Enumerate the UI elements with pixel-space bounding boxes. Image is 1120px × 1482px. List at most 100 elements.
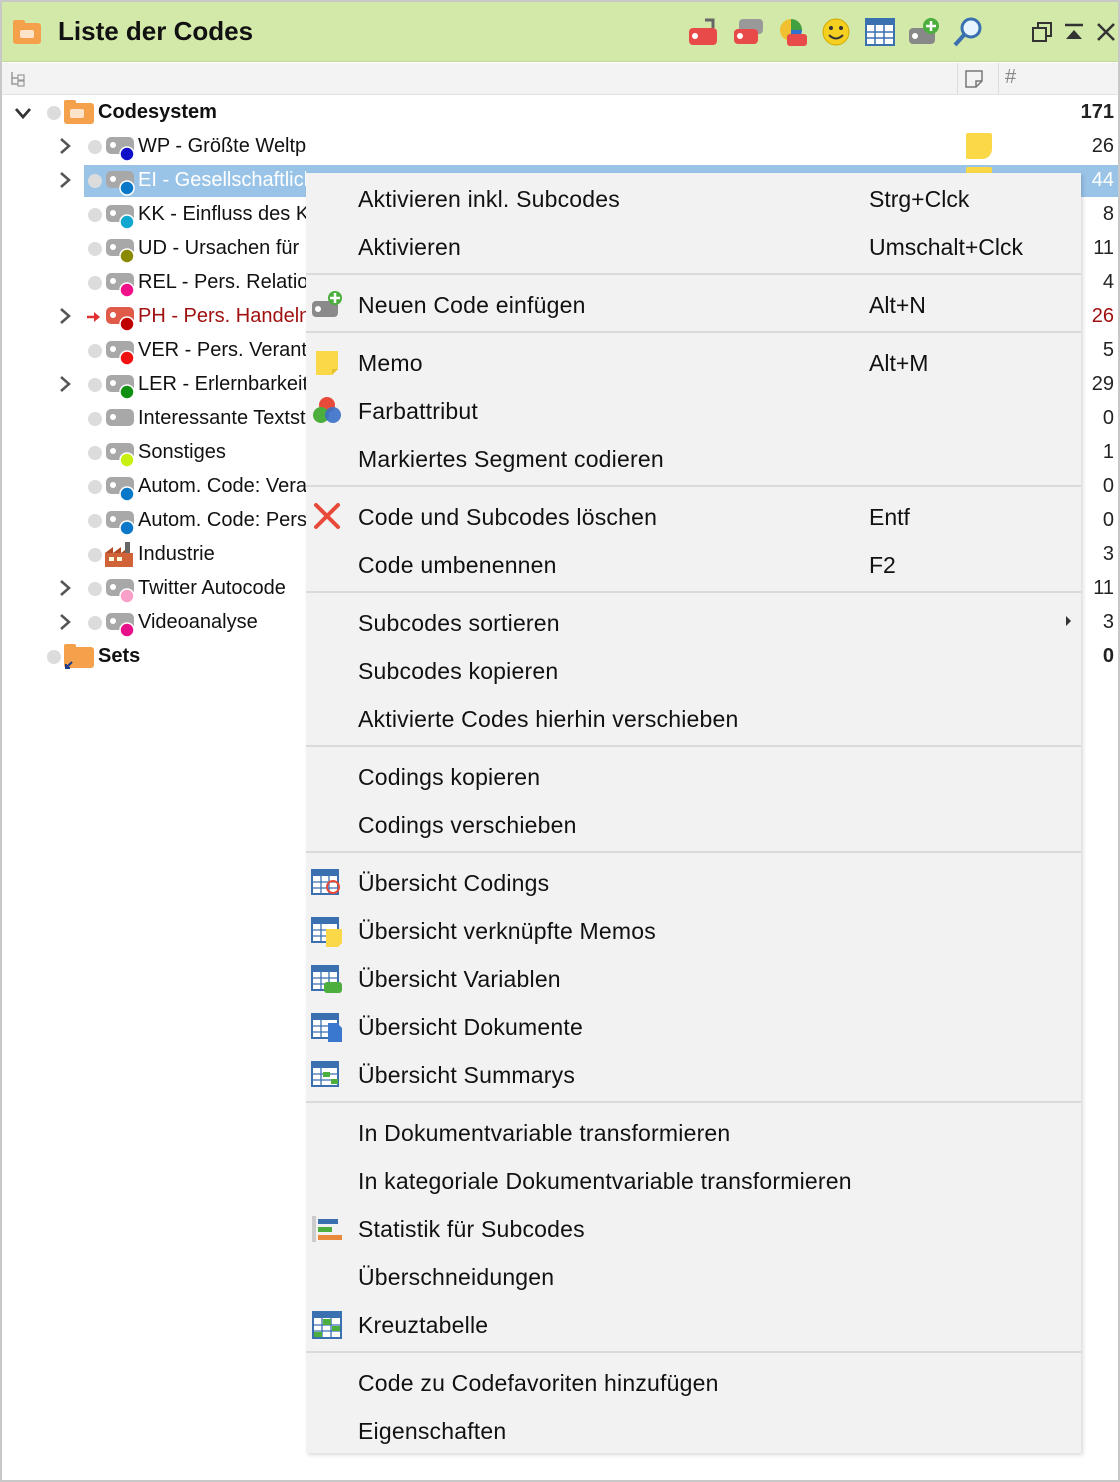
activation-dot[interactable] bbox=[88, 242, 102, 256]
tree-code-label: LER - Erlernbarkeit bbox=[138, 373, 306, 395]
grid-icon bbox=[865, 18, 895, 46]
menu-item-shortcut: Entf bbox=[869, 504, 910, 530]
menu-item[interactable]: Übersicht verknüpfte Memos bbox=[306, 907, 1081, 955]
menu-item[interactable]: Übersicht Dokumente bbox=[306, 1003, 1081, 1051]
menu-item[interactable]: Aktivierte Codes hierhin verschieben bbox=[306, 695, 1081, 743]
menu-item-shortcut: Alt+N bbox=[869, 292, 926, 318]
tree-root-count: 171 bbox=[1080, 101, 1114, 123]
tree-root-codesystem[interactable]: Codesystem 171 bbox=[2, 96, 1118, 130]
code-tag-icon bbox=[106, 273, 135, 298]
menu-item[interactable]: Memo Alt+M bbox=[306, 339, 1081, 387]
menu-item[interactable]: Codings verschieben bbox=[306, 801, 1081, 849]
tree-code-label: Autom. Code: Person bbox=[138, 509, 306, 531]
activation-dot[interactable] bbox=[88, 412, 102, 426]
code-tag-icon bbox=[106, 341, 135, 366]
sets-folder-icon bbox=[64, 644, 94, 669]
activation-dot[interactable] bbox=[47, 106, 61, 120]
chevron-right-icon bbox=[60, 580, 71, 596]
collapse-button[interactable] bbox=[1056, 14, 1092, 50]
activation-dot[interactable] bbox=[88, 140, 102, 154]
menu-item[interactable]: Subcodes kopieren bbox=[306, 647, 1081, 695]
activation-dot[interactable] bbox=[88, 276, 102, 290]
tree-code-count: 3 bbox=[1102, 543, 1114, 565]
menu-item-label: In Dokumentvariable transformieren bbox=[358, 1120, 731, 1146]
activation-dot[interactable] bbox=[88, 378, 102, 392]
menu-item[interactable]: Überschneidungen bbox=[306, 1253, 1081, 1301]
activation-dot[interactable] bbox=[47, 650, 61, 664]
color-wheel-button[interactable] bbox=[774, 14, 810, 50]
menu-item[interactable]: In Dokumentvariable transformieren bbox=[306, 1109, 1081, 1157]
menu-item-label: Übersicht Variablen bbox=[358, 966, 561, 992]
tree-view-icon[interactable] bbox=[8, 69, 28, 89]
search-button[interactable] bbox=[950, 14, 986, 50]
menu-item[interactable]: Markiertes Segment codieren bbox=[306, 435, 1081, 483]
activation-dot[interactable] bbox=[88, 616, 102, 630]
menu-separator bbox=[306, 485, 1081, 487]
menu-item-label: Eigenschaften bbox=[358, 1418, 507, 1444]
count-column-header[interactable]: # bbox=[1005, 66, 1016, 89]
menu-item[interactable]: Übersicht Codings bbox=[306, 859, 1081, 907]
tree-code-count: 0 bbox=[1102, 407, 1114, 429]
activation-dot[interactable] bbox=[88, 208, 102, 222]
menu-item[interactable]: Neuen Code einfügen Alt+N bbox=[306, 281, 1081, 329]
tree-code-count: 1 bbox=[1102, 441, 1114, 463]
activation-dot[interactable] bbox=[88, 174, 102, 188]
activation-dot[interactable] bbox=[88, 582, 102, 596]
add-code-icon bbox=[909, 18, 939, 44]
title-bar: Liste der Codes bbox=[2, 2, 1118, 62]
memo-column-icon[interactable] bbox=[964, 69, 984, 89]
activation-dot[interactable] bbox=[88, 480, 102, 494]
tree-code-row[interactable]: WP - Größte Weltprobleme 26 bbox=[2, 130, 1118, 164]
chevron-right-icon bbox=[60, 376, 71, 392]
menu-separator bbox=[306, 591, 1081, 593]
submenu-arrow-icon bbox=[1066, 616, 1071, 626]
color-attribute-icon bbox=[313, 397, 341, 423]
menu-separator bbox=[306, 273, 1081, 275]
code-tag-icon bbox=[106, 375, 135, 400]
activation-dot[interactable] bbox=[88, 344, 102, 358]
close-button[interactable] bbox=[1088, 14, 1120, 50]
menu-item[interactable]: Codings kopieren bbox=[306, 753, 1081, 801]
activation-dot[interactable] bbox=[88, 548, 102, 562]
restore-button[interactable] bbox=[1024, 14, 1060, 50]
menu-item-label: Übersicht Codings bbox=[358, 870, 550, 896]
overview-summaries-icon bbox=[311, 1061, 339, 1087]
memo-icon[interactable] bbox=[966, 133, 992, 159]
menu-item[interactable]: Code und Subcodes löschen Entf bbox=[306, 493, 1081, 541]
menu-item-label: Codings kopieren bbox=[358, 764, 541, 790]
menu-item[interactable]: Kreuztabelle bbox=[306, 1301, 1081, 1349]
menu-item-label: Code umbenennen bbox=[358, 552, 557, 578]
menu-item-shortcut: Alt+M bbox=[869, 350, 929, 376]
menu-item-label: Übersicht Dokumente bbox=[358, 1014, 583, 1040]
menu-item[interactable]: Statistik für Subcodes bbox=[306, 1205, 1081, 1253]
add-code-button[interactable] bbox=[906, 14, 942, 50]
menu-separator bbox=[306, 331, 1081, 333]
menu-item-label: Überschneidungen bbox=[358, 1264, 555, 1290]
menu-item[interactable]: Übersicht Summarys bbox=[306, 1051, 1081, 1099]
tree-code-label: PH - Pers. Handeln bbox=[138, 305, 306, 327]
tree-code-label: REL - Pers. Relationen bbox=[138, 271, 306, 293]
menu-item[interactable]: Farbattribut bbox=[306, 387, 1081, 435]
menu-item[interactable]: Übersicht Variablen bbox=[306, 955, 1081, 1003]
menu-item[interactable]: In kategoriale Dokumentvariable transfor… bbox=[306, 1157, 1081, 1205]
menu-separator bbox=[306, 851, 1081, 853]
activation-dot[interactable] bbox=[88, 446, 102, 460]
activation-dot[interactable] bbox=[88, 514, 102, 528]
menu-item[interactable]: Aktivieren Umschalt+Clck bbox=[306, 223, 1081, 271]
code-tag-icon bbox=[106, 409, 134, 426]
menu-item-label: Markiertes Segment codieren bbox=[358, 446, 664, 472]
menu-item-label: Subcodes sortieren bbox=[358, 610, 560, 636]
menu-item[interactable]: Eigenschaften bbox=[306, 1407, 1081, 1455]
grid-button[interactable] bbox=[862, 14, 898, 50]
menu-item[interactable]: Subcodes sortieren bbox=[306, 599, 1081, 647]
crosstab-icon bbox=[312, 1311, 342, 1339]
menu-item[interactable]: Aktivieren inkl. Subcodes Strg+Clck bbox=[306, 175, 1081, 223]
tree-code-label: Interessante Textstellen bbox=[138, 407, 306, 429]
menu-item[interactable]: Code umbenennen F2 bbox=[306, 541, 1081, 589]
smiley-button[interactable] bbox=[818, 14, 854, 50]
add-code-icon bbox=[312, 291, 342, 317]
menu-item[interactable]: Code zu Codefavoriten hinzufügen bbox=[306, 1359, 1081, 1407]
code-gray-button[interactable] bbox=[730, 14, 766, 50]
code-return-button[interactable] bbox=[686, 14, 722, 50]
tree-code-count: 4 bbox=[1102, 271, 1114, 293]
